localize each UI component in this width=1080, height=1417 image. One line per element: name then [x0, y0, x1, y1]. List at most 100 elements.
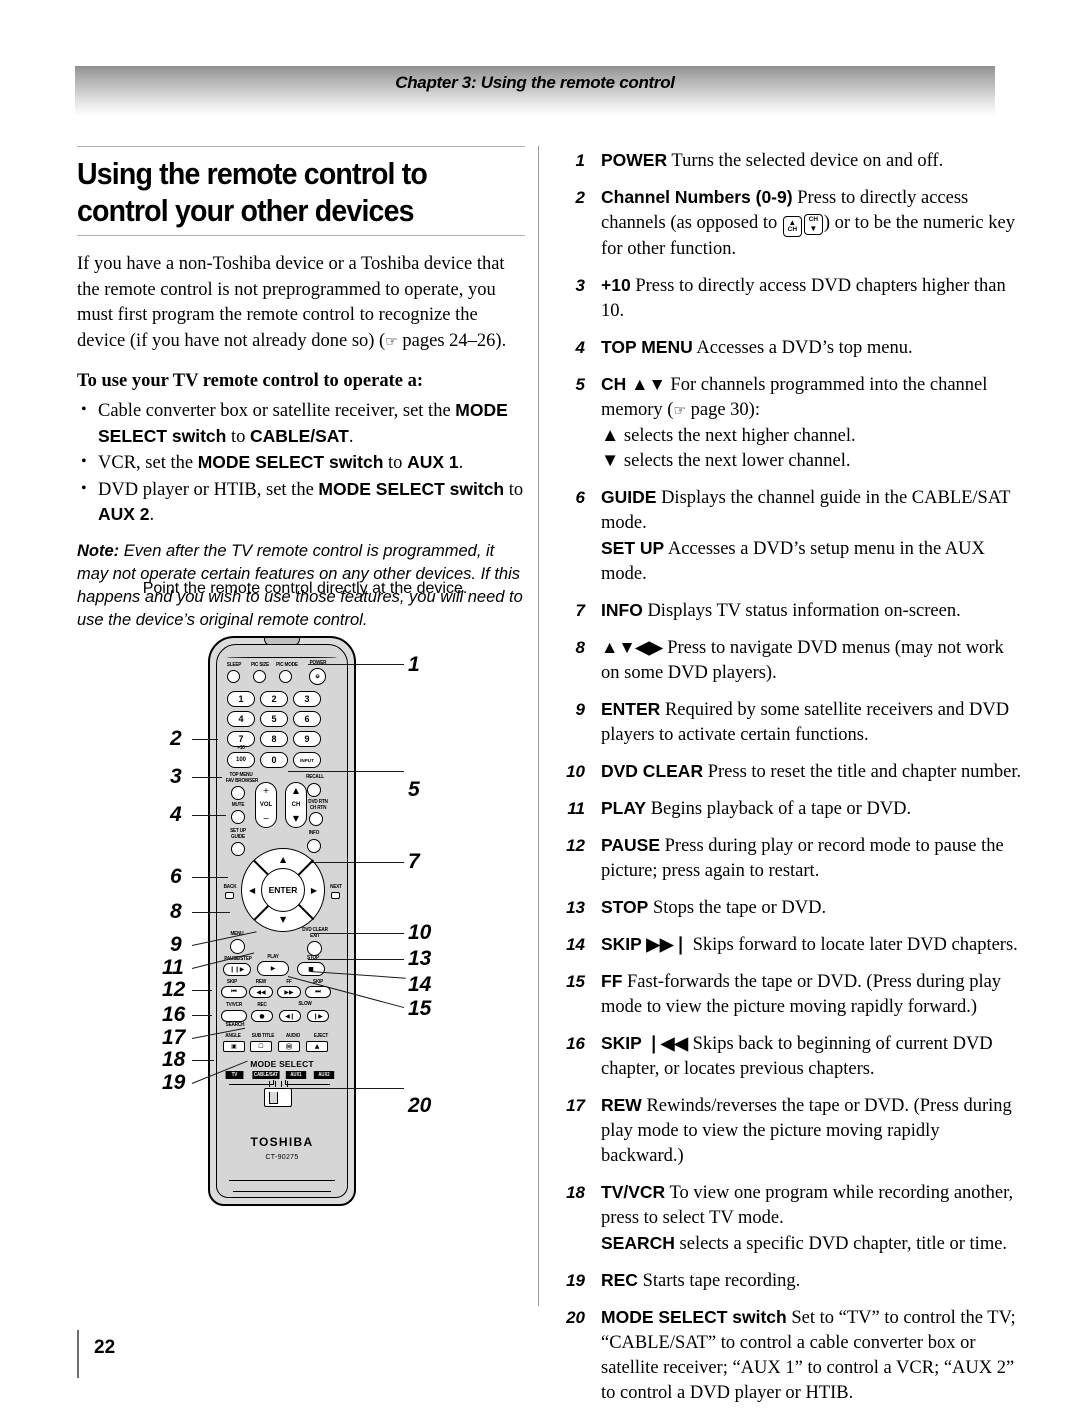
reference-item: 3 +10 Press to directly access DVD chapt…	[553, 273, 1025, 324]
fast-forward-icon: ▶▶	[284, 988, 294, 996]
ch-down-key-icon: CH ▼	[803, 214, 823, 235]
item-number: 5	[575, 375, 585, 394]
power-button[interactable]: ⎉	[309, 668, 326, 685]
toshiba-brand: TOSHIBA	[250, 1135, 314, 1149]
item-text: REC Starts tape recording.	[601, 1270, 800, 1291]
angle-button[interactable]: ▣	[223, 1041, 245, 1052]
enter-button[interactable]: ENTER	[261, 868, 305, 912]
pause-button[interactable]: ❙❙▶	[223, 963, 251, 976]
pic-mode-button[interactable]	[279, 670, 292, 683]
key-6[interactable]: 6	[293, 711, 321, 727]
callout-13: 13	[408, 947, 432, 970]
reference-item: 1 POWER Turns the selected device on and…	[553, 148, 1025, 174]
item-desc: Begins playback of a tape or DVD.	[650, 799, 912, 819]
chapter-header-title: Chapter 3: Using the remote control	[395, 73, 675, 92]
mode-switch-knob[interactable]	[269, 1091, 278, 1104]
left-column: Using the remote control to control your…	[77, 146, 525, 632]
audio-button[interactable]: Ⓜ	[278, 1041, 300, 1052]
item-term: PLAY	[601, 798, 647, 818]
slow-reverse-button[interactable]: ◀❙	[279, 1010, 301, 1022]
item-text: +10 Press to directly access DVD chapter…	[601, 275, 1006, 321]
angle-icon: ▣	[231, 1043, 237, 1050]
item-desc: Press to directly access DVD chapters hi…	[601, 276, 1006, 321]
dvd-return-button[interactable]	[309, 812, 323, 826]
mode-tag-aux2: AUX2	[313, 1071, 335, 1079]
label-pic-size: PIC SIZE	[250, 662, 270, 668]
subtitle-button[interactable]: ☐	[250, 1041, 272, 1052]
skip-back-button[interactable]: ⏮	[221, 986, 247, 998]
callout-1: 1	[408, 653, 420, 676]
item-desc: Displays TV status information on-screen…	[647, 601, 961, 621]
next-button[interactable]	[331, 892, 340, 899]
dpad-up-icon[interactable]: ▲	[280, 856, 286, 864]
mute-button[interactable]	[231, 810, 245, 824]
remote-body: SLEEP PIC SIZE PIC MODE POWER ⎉ 1 2 3 4 …	[208, 636, 356, 1206]
rewind-button[interactable]: ◀◀	[249, 986, 273, 998]
power-icon: ⎉	[315, 672, 320, 680]
channel-up-icon[interactable]: ▲	[293, 787, 299, 795]
key-1[interactable]: 1	[227, 691, 255, 707]
key-100[interactable]: 100	[227, 752, 255, 768]
key-9[interactable]: 9	[293, 731, 321, 747]
top-menu-button[interactable]	[231, 786, 245, 800]
volume-up-icon[interactable]: +	[263, 787, 270, 795]
pointing-hand-icon: ☞	[385, 333, 398, 350]
key-input[interactable]: INPUT	[293, 752, 321, 768]
play-button[interactable]: ▶	[257, 961, 289, 976]
dpad-left-icon[interactable]: ◀	[249, 887, 255, 895]
page-number: 22	[94, 1337, 116, 1358]
volume-down-icon[interactable]: −	[263, 815, 270, 823]
mode-select-switch[interactable]	[264, 1088, 292, 1107]
dpad-down-icon[interactable]: ▼	[280, 916, 286, 924]
leader-2	[192, 739, 218, 741]
record-button[interactable]: ●	[251, 1010, 273, 1022]
callout-12: 12	[162, 978, 186, 1001]
setup-guide-button[interactable]	[231, 842, 245, 856]
item-text: TV/VCR To view one program while recordi…	[601, 1182, 1013, 1254]
item-term: INFO	[601, 600, 643, 620]
list-item: DVD player or HTIB, set the MODE SELECT …	[77, 477, 525, 528]
callout-7: 7	[408, 850, 420, 873]
recall-button[interactable]	[307, 783, 321, 797]
reference-item: 18 TV/VCR To view one program while reco…	[553, 1180, 1025, 1257]
model-number: CT-90275	[265, 1154, 299, 1161]
menu-button[interactable]	[230, 939, 245, 954]
subhead: To use your TV remote control to operate…	[77, 371, 423, 391]
callout-14: 14	[408, 973, 432, 996]
list-item: VCR, set the MODE SELECT switch to AUX 1…	[77, 450, 525, 476]
back-button[interactable]	[225, 892, 234, 899]
eject-button[interactable]: ▲	[306, 1041, 328, 1052]
key-2[interactable]: 2	[260, 691, 288, 707]
item-text: REW Rewinds/reverses the tape or DVD. (P…	[601, 1095, 1012, 1166]
tv-vcr-search-button[interactable]	[221, 1010, 247, 1022]
item18-sub-term: SEARCH	[601, 1233, 675, 1253]
ch-up-key-icon: ▲ CH	[782, 216, 802, 237]
item-term: STOP	[601, 897, 649, 917]
item-number: 12	[566, 836, 585, 855]
stop-button[interactable]: ■	[297, 962, 325, 976]
fast-forward-button[interactable]: ▶▶	[277, 986, 301, 998]
dpad-right-icon[interactable]: ▶	[311, 887, 317, 895]
volume-rocker[interactable]: + VOL −	[255, 782, 277, 828]
key-4[interactable]: 4	[227, 711, 255, 727]
item-number: 8	[575, 638, 585, 657]
pic-size-button[interactable]	[253, 670, 266, 683]
key-8[interactable]: 8	[260, 731, 288, 747]
intro-paragraph: If you have a non-Toshiba device or a To…	[77, 254, 507, 351]
item-desc: Displays the channel guide in the CABLE/…	[601, 488, 1011, 533]
navigation-dpad[interactable]: ▲ ▼ ◀ ▶ ENTER	[241, 848, 325, 932]
dvd-clear-exit-button[interactable]	[307, 941, 322, 956]
key-3[interactable]: 3	[293, 691, 321, 707]
slow-forward-button[interactable]: ❙▶	[307, 1010, 329, 1022]
pointing-hand-icon: ☞	[673, 403, 686, 419]
item-text: ENTER Required by some satellite receive…	[601, 699, 1009, 745]
key-5[interactable]: 5	[260, 711, 288, 727]
sleep-button[interactable]	[227, 670, 240, 683]
channel-down-icon[interactable]: ▼	[293, 815, 299, 823]
callout-3: 3	[170, 765, 182, 788]
leader-6	[192, 877, 228, 879]
info-button[interactable]	[307, 839, 321, 853]
note-label: Note:	[77, 541, 120, 560]
key-0[interactable]: 0	[260, 752, 288, 768]
leader-10	[312, 933, 404, 935]
